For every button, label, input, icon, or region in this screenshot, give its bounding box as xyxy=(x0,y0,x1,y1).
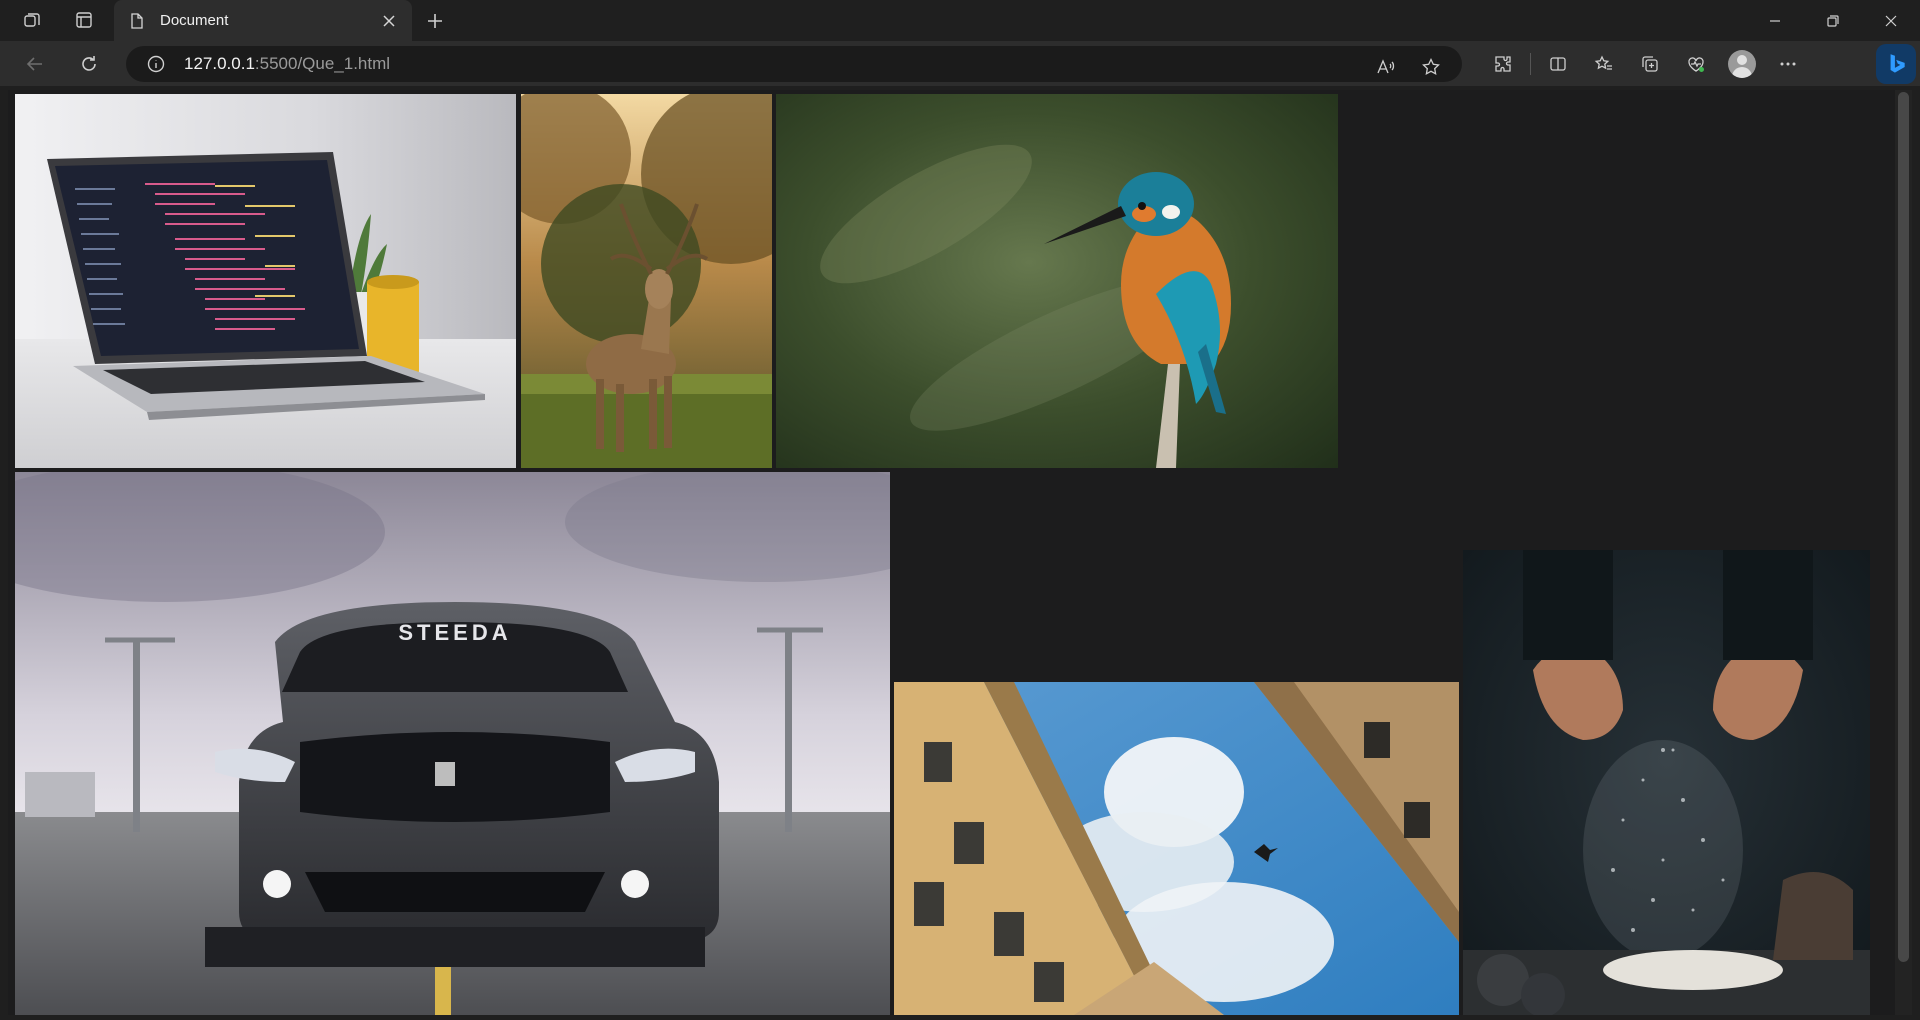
workspaces-icon[interactable] xyxy=(15,3,49,37)
read-aloud-icon[interactable] xyxy=(1368,50,1402,84)
window-controls xyxy=(1746,0,1920,41)
tab-title: Document xyxy=(160,12,229,29)
back-icon[interactable] xyxy=(17,46,53,82)
browser-essentials-icon[interactable] xyxy=(1673,46,1719,82)
building-sky-photo xyxy=(894,682,1459,1015)
more-options-icon[interactable] xyxy=(1765,46,1811,82)
url-text[interactable]: 127.0.0.1:5500/Que_1.html xyxy=(184,54,390,74)
minimize-icon[interactable] xyxy=(1746,0,1804,41)
new-tab-icon[interactable] xyxy=(418,4,452,38)
toolbar-right-tools xyxy=(1480,46,1811,82)
kingfisher-photo xyxy=(776,94,1338,468)
close-tab-icon[interactable] xyxy=(380,12,398,30)
profile-avatar[interactable] xyxy=(1728,50,1756,78)
toolbar-separator xyxy=(1530,53,1531,75)
extensions-icon[interactable] xyxy=(1480,46,1526,82)
favorites-icon[interactable] xyxy=(1581,46,1627,82)
tab-bar: Document xyxy=(0,0,1920,41)
deer-photo xyxy=(521,94,772,468)
laptop-photo xyxy=(15,94,516,468)
page-viewport: STEEDA xyxy=(8,90,1912,1015)
restore-icon[interactable] xyxy=(1804,0,1862,41)
site-info-icon[interactable] xyxy=(146,54,166,74)
copilot-bing-icon[interactable] xyxy=(1876,44,1916,84)
browser-toolbar: 127.0.0.1:5500/Que_1.html xyxy=(0,41,1920,86)
flour-hands-photo xyxy=(1463,550,1870,1015)
page-scrollbar[interactable] xyxy=(1895,90,1912,1015)
tab-actions-icon[interactable] xyxy=(67,3,101,37)
page-icon xyxy=(131,12,143,29)
split-screen-icon[interactable] xyxy=(1535,46,1581,82)
svg-text:STEEDA: STEEDA xyxy=(398,620,511,645)
favorite-star-icon[interactable] xyxy=(1414,50,1448,84)
scrollbar-thumb[interactable] xyxy=(1898,92,1909,962)
refresh-icon[interactable] xyxy=(71,46,107,82)
tab-document[interactable]: Document xyxy=(114,0,412,41)
mustang-car-photo: STEEDA xyxy=(15,472,890,1015)
address-bar[interactable]: 127.0.0.1:5500/Que_1.html xyxy=(126,46,1462,82)
close-window-icon[interactable] xyxy=(1862,0,1920,41)
collections-icon[interactable] xyxy=(1627,46,1673,82)
